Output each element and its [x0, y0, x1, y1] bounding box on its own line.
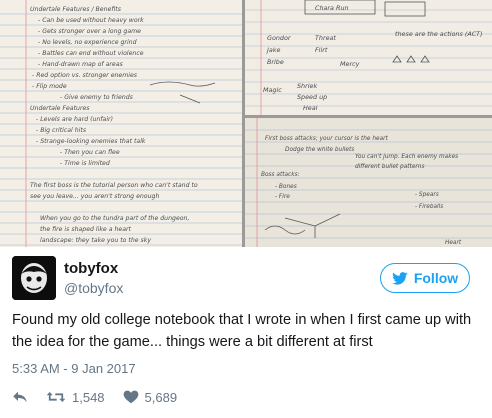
svg-text:When you go to the tundra part: When you go to the tundra part of the du…	[40, 214, 189, 222]
user-handle[interactable]: @tobyfox	[64, 280, 123, 297]
svg-text:Gondor: Gondor	[267, 34, 291, 42]
svg-text:different bullet patterns: different bullet patterns	[355, 164, 424, 170]
notebook-page-top-right: Chara Run Gondor Jake Bribe Threat Flirt…	[245, 0, 492, 115]
svg-text:- No levels, no experience gri: - No levels, no experience grind	[38, 39, 137, 46]
follow-button[interactable]: Follow	[380, 263, 470, 293]
display-name[interactable]: tobyfox	[64, 260, 118, 278]
like-button[interactable]: 5,689	[123, 389, 178, 405]
notebook-photo-bottom-right[interactable]: First boss attacks; your cursor is the h…	[245, 118, 492, 247]
notebook-photo-left[interactable]: Undertale Features / Benefits - Can be u…	[0, 0, 242, 247]
svg-text:Magic: Magic	[263, 86, 282, 94]
svg-text:Heal: Heal	[303, 104, 318, 112]
svg-text:Speed up: Speed up	[297, 93, 327, 101]
retweet-count: 1,548	[72, 389, 105, 405]
svg-text:see you leave... you aren't st: see you leave... you aren't strong enoug…	[30, 192, 159, 200]
svg-text:- Big critical hits: - Big critical hits	[36, 126, 87, 134]
svg-text:- Battles can end without viol: - Battles can end without violence	[38, 49, 144, 57]
reply-icon	[13, 391, 27, 403]
heart-icon	[123, 390, 138, 404]
tweet-timestamp[interactable]: 5:33 AM - 9 Jan 2017	[12, 361, 136, 376]
svg-text:- Bones: - Bones	[275, 184, 297, 190]
svg-text:Mercy: Mercy	[340, 60, 360, 68]
notebook-page-left: Undertale Features / Benefits - Can be u…	[0, 0, 242, 247]
svg-text:- Fire: - Fire	[275, 194, 290, 200]
reply-button[interactable]	[12, 390, 28, 404]
svg-text:- Give enemy to friends: - Give enemy to friends	[60, 93, 134, 101]
svg-text:landscape: they take you to th: landscape: they take you to the sky	[40, 236, 151, 244]
svg-text:- Levels are hard (unfair): - Levels are hard (unfair)	[36, 116, 113, 123]
svg-text:- Spears: - Spears	[415, 192, 439, 198]
svg-text:- Can be used without heavy wo: - Can be used without heavy work	[38, 16, 144, 24]
svg-text:- Flip mode: - Flip mode	[32, 83, 67, 90]
svg-text:these are the actions (ACT): these are the actions (ACT)	[395, 30, 483, 38]
tweet-media-grid[interactable]: Undertale Features / Benefits - Can be u…	[0, 0, 492, 247]
avatar[interactable]	[12, 256, 56, 300]
twitter-bird-icon	[392, 271, 408, 285]
left-title: Undertale Features / Benefits	[30, 5, 122, 13]
svg-text:Flirt: Flirt	[315, 46, 328, 54]
svg-text:Undertale Features: Undertale Features	[30, 104, 90, 112]
notebook-page-bottom-right: First boss attacks; your cursor is the h…	[245, 118, 492, 247]
svg-text:- Time is limited: - Time is limited	[60, 159, 110, 167]
retweet-icon	[46, 392, 66, 402]
tweet-actions: 1,548 5,689	[12, 388, 195, 406]
svg-text:The first boss is the tutorial: The first boss is the tutorial person wh…	[30, 181, 198, 189]
retweet-button[interactable]: 1,548	[46, 390, 105, 405]
svg-text:You can't jump. Each enemy mak: You can't jump. Each enemy makes	[355, 154, 458, 160]
svg-text:Jake: Jake	[265, 46, 281, 54]
svg-text:Threat: Threat	[315, 34, 336, 42]
svg-text:- Gets stronger over a long ga: - Gets stronger over a long game	[38, 27, 141, 35]
avatar-image	[12, 256, 56, 300]
svg-text:Boss attacks:: Boss attacks:	[261, 172, 300, 178]
like-count: 5,689	[144, 389, 178, 405]
svg-text:the fire is shaped like a hear: the fire is shaped like a heart	[40, 225, 132, 233]
svg-text:Dodge the white bullets: Dodge the white bullets	[285, 147, 354, 153]
svg-text:Chara Run: Chara Run	[315, 4, 349, 12]
svg-text:First boss attacks; your curso: First boss attacks; your cursor is the h…	[265, 136, 389, 142]
notebook-photo-top-right[interactable]: Chara Run Gondor Jake Bribe Threat Flirt…	[245, 0, 492, 115]
svg-text:Bribe: Bribe	[267, 58, 284, 66]
svg-text:- Fireballs: - Fireballs	[415, 204, 443, 210]
svg-text:- Red option vs. stronger enem: - Red option vs. stronger enemies	[32, 71, 138, 79]
svg-text:- Hand-drawn map of areas: - Hand-drawn map of areas	[38, 61, 124, 68]
tweet-text: Found my old college notebook that I wro…	[12, 312, 472, 350]
svg-text:- Then you can flee: - Then you can flee	[60, 149, 120, 156]
follow-label: Follow	[413, 270, 459, 286]
svg-text:Shriek: Shriek	[297, 82, 317, 90]
svg-text:Heart: Heart	[445, 240, 462, 246]
svg-text:- Strange-looking enemies that: - Strange-looking enemies that talk	[36, 137, 146, 145]
tweet-author-row: tobyfox @tobyfox Follow	[12, 256, 482, 300]
